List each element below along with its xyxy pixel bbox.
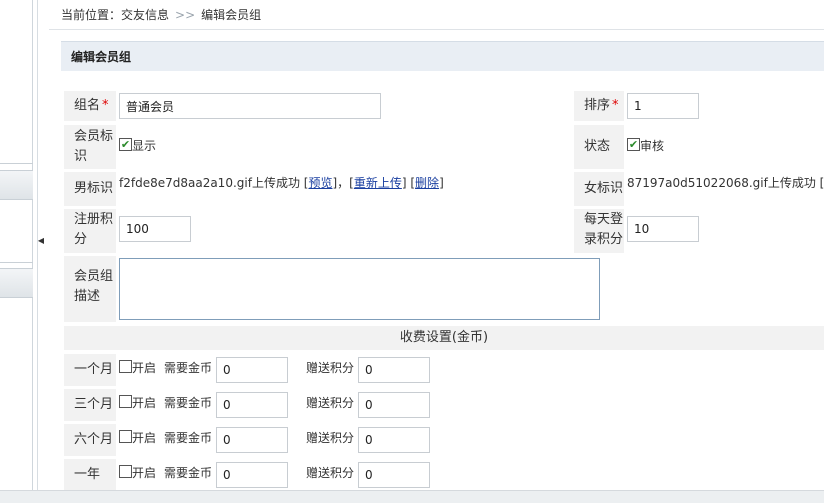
main-content: 当前位置：交友信息 >> 编辑会员组 编辑会员组 组名* 排序* 会员标识 显示 状… — [49, 0, 824, 502]
male-icon-preview-link[interactable]: 预览 — [308, 176, 332, 190]
fee-coin-label: 需要金币 — [164, 361, 213, 375]
group-name-input[interactable] — [119, 93, 381, 119]
collapse-arrow-icon[interactable]: ◀ — [37, 233, 45, 249]
male-icon-upload-text: f2fde8e7d8aa2a10.gif上传成功 — [119, 176, 300, 190]
daily-login-label: 每天登录积分 — [574, 209, 624, 253]
panel-title: 编辑会员组 — [61, 41, 824, 71]
female-icon-upload-text: 87197a0d51022068.gif上传成功 — [627, 176, 816, 190]
fee-coin-input[interactable] — [216, 462, 288, 488]
splitter-line — [37, 0, 38, 502]
female-icon-label: 女标识 — [574, 172, 624, 206]
male-icon-reupload-link[interactable]: 重新上传 — [354, 176, 402, 190]
description-textarea[interactable] — [119, 258, 600, 320]
male-icon-status: f2fde8e7d8aa2a10.gif上传成功 [预览]，[重新上传] [删除… — [119, 176, 444, 190]
fee-period-label: 三个月 — [64, 389, 116, 421]
fee-gift-label: 赠送积分 — [306, 466, 355, 480]
fee-coin-input[interactable] — [216, 392, 288, 418]
description-label: 会员组描述 — [64, 256, 116, 322]
sidebar-divider — [0, 163, 33, 164]
left-sidebar — [0, 0, 33, 502]
fee-period-label: 一年 — [64, 459, 116, 491]
fee-period-label: 一个月 — [64, 354, 116, 386]
sidebar-divider — [0, 262, 33, 263]
female-icon-status: 87197a0d51022068.gif上传成功 [预览 — [627, 176, 824, 190]
name-label: 组名 * — [64, 91, 116, 121]
breadcrumb-separator: >> — [175, 8, 196, 22]
fee-gift-input[interactable] — [358, 427, 430, 453]
breadcrumb: 当前位置：交友信息 >> 编辑会员组 — [49, 0, 824, 30]
male-icon-delete-link[interactable]: 删除 — [415, 176, 439, 190]
fee-coin-label: 需要金币 — [164, 396, 213, 410]
breadcrumb-current: 编辑会员组 — [201, 8, 262, 22]
fee-coin-label: 需要金币 — [164, 431, 213, 445]
fee-enable-checkbox[interactable] — [119, 430, 132, 443]
fee-enable-label: 开启 — [132, 361, 157, 375]
fee-enable-label: 开启 — [132, 396, 157, 410]
breadcrumb-prefix: 当前位置： — [61, 8, 122, 22]
fee-gift-label: 赠送积分 — [306, 396, 355, 410]
fee-coin-input[interactable] — [216, 427, 288, 453]
fee-gift-input[interactable] — [358, 357, 430, 383]
fee-gift-input[interactable] — [358, 462, 430, 488]
reg-points-label: 注册积分 — [64, 209, 116, 253]
sidebar-section-header[interactable] — [0, 268, 33, 298]
fee-period-label: 六个月 — [64, 424, 116, 456]
badge-show-checkbox[interactable] — [119, 138, 132, 151]
order-input[interactable] — [627, 93, 699, 119]
male-icon-label: 男标识 — [64, 172, 116, 206]
daily-login-points-input[interactable] — [627, 216, 699, 242]
fee-gift-label: 赠送积分 — [306, 361, 355, 375]
order-label: 排序 * — [574, 91, 624, 121]
badge-label: 会员标识 — [64, 125, 116, 169]
breadcrumb-section[interactable]: 交友信息 — [121, 8, 169, 22]
fee-gift-label: 赠送积分 — [306, 431, 355, 445]
status-label: 状态 — [574, 125, 624, 169]
fee-enable-label: 开启 — [132, 466, 157, 480]
fee-coin-label: 需要金币 — [164, 466, 213, 480]
status-audit-label: 审核 — [640, 139, 665, 153]
fee-enable-label: 开启 — [132, 431, 157, 445]
fee-gift-input[interactable] — [358, 392, 430, 418]
fee-enable-checkbox[interactable] — [119, 465, 132, 478]
badge-show-label: 显示 — [132, 139, 157, 153]
fee-enable-checkbox[interactable] — [119, 360, 132, 373]
sidebar-section-header[interactable] — [0, 170, 33, 200]
reg-points-input[interactable] — [119, 216, 191, 242]
sidebar-splitter[interactable] — [33, 0, 49, 502]
status-audit-checkbox[interactable] — [627, 138, 640, 151]
horizontal-scrollbar[interactable] — [0, 490, 824, 503]
fee-section-header: 收费设置(金币) — [64, 326, 824, 350]
fee-coin-input[interactable] — [216, 357, 288, 383]
fee-enable-checkbox[interactable] — [119, 395, 132, 408]
